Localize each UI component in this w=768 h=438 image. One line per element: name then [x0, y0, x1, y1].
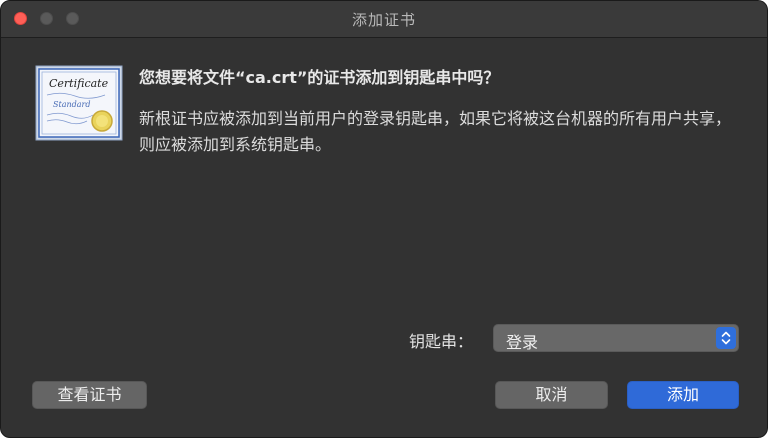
dialog-message: 新根证书应被添加到当前用户的登录钥匙串，如果它将被这台机器的所有用户共享，则应被…	[139, 109, 732, 154]
chevron-up-down-icon	[716, 327, 736, 349]
window-title: 添加证书	[351, 11, 416, 29]
keychain-label: 钥匙串：	[409, 332, 474, 351]
view-certificate-button[interactable]: 查看证书	[32, 381, 147, 409]
title-bar: 添加证书	[1, 1, 767, 38]
add-button[interactable]: 添加	[627, 381, 739, 409]
keychain-select[interactable]: 登录	[493, 324, 739, 352]
dialog-heading: 您想要将文件“ca.crt”的证书添加到钥匙串中吗？	[139, 68, 500, 87]
keychain-selected-value: 登录	[506, 333, 539, 352]
certificate-icon: Certificate Standard	[35, 65, 123, 141]
cancel-button[interactable]: 取消	[495, 381, 608, 409]
add-certificate-dialog: 添加证书 Certificate Standard 您想要将文件“ca.crt”…	[0, 0, 768, 438]
certificate-icon-line1: Certificate	[49, 77, 109, 90]
certificate-icon-line2: Standard	[53, 100, 90, 109]
